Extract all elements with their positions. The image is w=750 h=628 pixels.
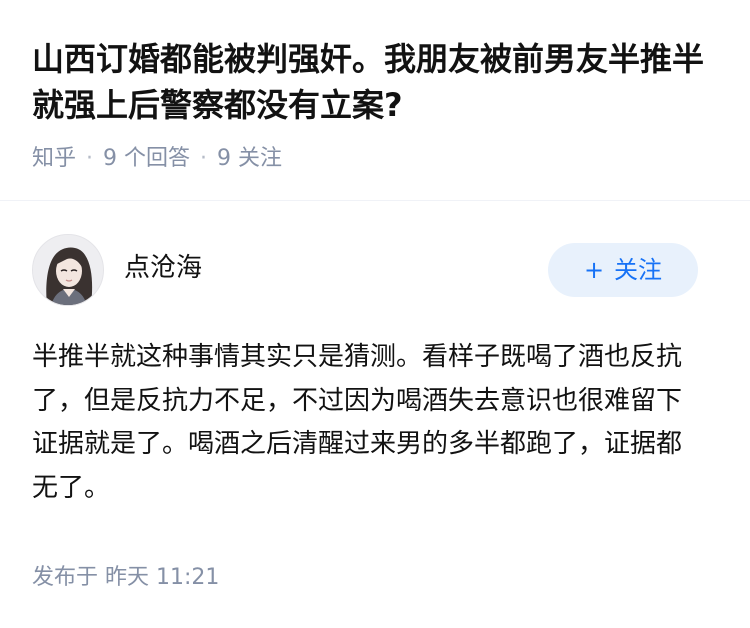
meta-separator: · [86, 146, 94, 171]
answer-content[interactable]: 半推半就这种事情其实只是猜测。看样子既喝了酒也反抗了，但是反抗力不足，不过因为喝… [32, 336, 704, 510]
meta-separator: · [200, 146, 208, 171]
question-title[interactable]: 山西订婚都能被判强奸。我朋友被前男友半推半就强上后警察都没有立案? [32, 36, 722, 128]
avatar[interactable] [32, 234, 104, 306]
avatar-illustration-icon [33, 235, 103, 305]
publish-time: 发布于 昨天 11:21 [32, 565, 220, 590]
follow-button-label: 关注 [614, 256, 663, 284]
plus-icon: + [583, 256, 605, 284]
follow-button[interactable]: + 关注 [548, 243, 698, 297]
answer-count[interactable]: 9 个回答 [103, 146, 190, 171]
question-meta: 知乎 · 9 个回答 · 9 关注 [32, 144, 282, 174]
source-label[interactable]: 知乎 [32, 146, 76, 171]
author-name[interactable]: 点沧海 [124, 251, 202, 285]
question-header: 山西订婚都能被判强奸。我朋友被前男友半推半就强上后警察都没有立案? 知乎 · 9 个… [0, 0, 750, 200]
follower-count[interactable]: 9 关注 [217, 146, 282, 171]
answer-card: 点沧海 + 关注 半推半就这种事情其实只是猜测。看样子既喝了酒也反抗了，但是反抗力… [0, 201, 750, 628]
